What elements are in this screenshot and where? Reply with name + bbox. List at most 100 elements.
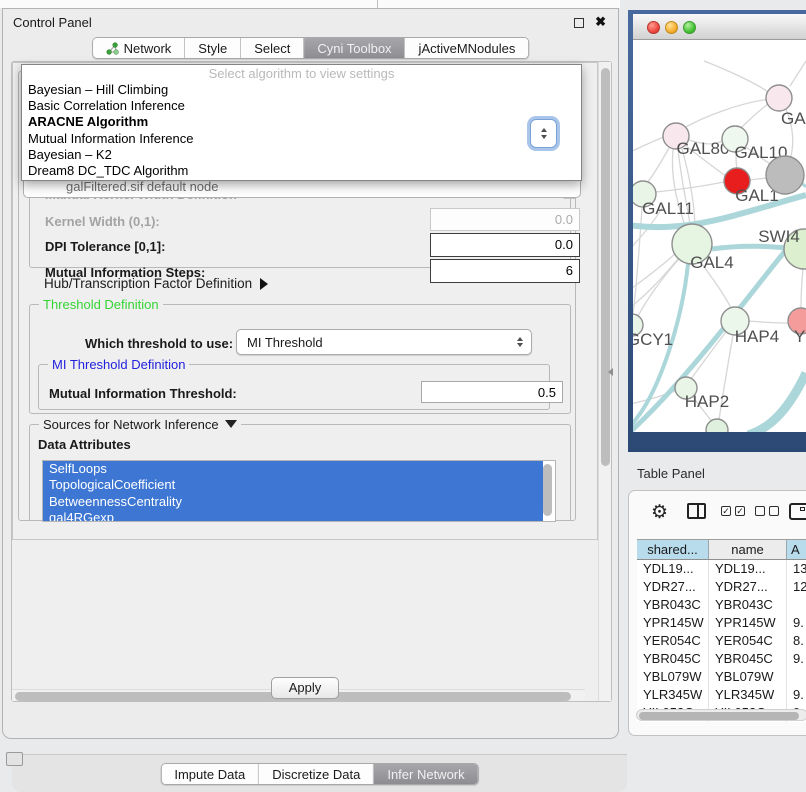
which-threshold-label: Which threshold to use: bbox=[85, 336, 233, 351]
attribute-list-item[interactable]: SelfLoops bbox=[43, 461, 543, 477]
group-title: Threshold Definition bbox=[39, 297, 163, 312]
minimize-traffic-light-icon[interactable] bbox=[665, 21, 678, 34]
panel-splitter-handle[interactable] bbox=[608, 368, 613, 376]
table-row[interactable]: YER054CYER054C8. bbox=[637, 632, 806, 650]
network-edge[interactable] bbox=[691, 332, 726, 379]
network-canvas[interactable]: GALGAL80GAL10GAL1GAL11SWI4GAL4GCY1HAP4YH… bbox=[633, 41, 806, 432]
table-settings-gear-icon[interactable]: ⚙ bbox=[651, 503, 668, 522]
network-edge[interactable] bbox=[633, 137, 664, 153]
hub-definition-toggle[interactable]: Hub/Transcription Factor Definition bbox=[44, 276, 268, 291]
table-cell: YPR145W bbox=[709, 614, 787, 632]
table-cell bbox=[787, 596, 806, 614]
tab-select[interactable]: Select bbox=[241, 38, 304, 58]
tab-cyni-toolbox[interactable]: Cyni Toolbox bbox=[304, 38, 405, 58]
column-header-name[interactable]: name bbox=[709, 540, 787, 559]
node-attribute-table[interactable]: shared...nameA YDL19...YDL19...13YDR27..… bbox=[637, 539, 806, 722]
network-edge[interactable] bbox=[647, 148, 669, 183]
network-edge[interactable] bbox=[684, 98, 779, 128]
algorithm-option[interactable]: Dream8 DC_TDC Algorithm bbox=[22, 163, 581, 179]
network-edge[interactable] bbox=[790, 61, 806, 86]
table-horizontal-scrollbar[interactable] bbox=[636, 709, 806, 721]
network-edge[interactable] bbox=[749, 321, 788, 323]
algorithm-option[interactable]: Bayesian – Hill Climbing bbox=[22, 82, 581, 98]
column-header-a[interactable]: A bbox=[787, 540, 806, 559]
table-row[interactable]: YDR27...YDR27...12 bbox=[637, 578, 806, 596]
sources-toggle[interactable]: Sources for Network Inference bbox=[39, 417, 241, 432]
tab-jactivemnodules[interactable]: jActiveMNodules bbox=[406, 38, 529, 58]
network-node[interactable] bbox=[766, 156, 804, 194]
dpi-tolerance-input[interactable]: 0.0 bbox=[430, 233, 580, 257]
table-row[interactable]: YBR045CYBR045C9. bbox=[637, 650, 806, 668]
network-edge[interactable] bbox=[741, 104, 768, 128]
tab-discretize-data[interactable]: Discretize Data bbox=[259, 764, 374, 784]
which-threshold-select[interactable]: MI Threshold bbox=[236, 329, 532, 355]
tab-label: Infer Network bbox=[387, 767, 464, 782]
network-edge[interactable] bbox=[633, 258, 679, 309]
bottom-tab-strip: Impute DataDiscretize Data Infer Network bbox=[12, 754, 627, 792]
table-panel-title: Table Panel bbox=[637, 466, 705, 481]
network-edge[interactable] bbox=[801, 268, 803, 308]
split-columns-icon[interactable] bbox=[687, 503, 706, 519]
network-node[interactable] bbox=[706, 419, 728, 432]
attribute-list-item[interactable]: gal4RGexp bbox=[43, 510, 543, 522]
close-icon[interactable]: ✖ bbox=[595, 14, 606, 30]
table-cell: YBR045C bbox=[709, 650, 787, 668]
close-traffic-light-icon[interactable] bbox=[647, 21, 660, 34]
table-row[interactable]: YLR345WYLR345W9. bbox=[637, 686, 806, 704]
table-row[interactable]: YPR145WYPR145W9. bbox=[637, 614, 806, 632]
toolbar-divider bbox=[377, 0, 378, 8]
mi-threshold-label: Mutual Information Threshold: bbox=[49, 386, 237, 401]
table-row[interactable]: YBR043CYBR043C bbox=[637, 596, 806, 614]
apply-button[interactable]: Apply bbox=[271, 677, 339, 699]
attribute-list-item[interactable]: BetweennessCentrality bbox=[43, 494, 543, 510]
minimized-panel-icon[interactable] bbox=[6, 752, 23, 766]
zoom-traffic-light-icon[interactable] bbox=[683, 21, 696, 34]
tab-infer-network[interactable]: Infer Network bbox=[374, 764, 477, 784]
attribute-list-item[interactable]: TopologicalCoefficient bbox=[43, 477, 543, 493]
scrollbar-thumb[interactable] bbox=[601, 68, 610, 466]
table-row[interactable]: YBL079WYBL079W bbox=[637, 668, 806, 686]
table-cell: 13 bbox=[787, 560, 806, 578]
algorithm-option[interactable]: ARACNE Algorithm bbox=[22, 114, 581, 130]
node-label: GAL4 bbox=[690, 253, 733, 272]
select-columns-icon[interactable]: ✓✓ bbox=[721, 506, 745, 516]
table-cell: 8. bbox=[787, 632, 806, 650]
unchecked-box-icon bbox=[755, 506, 765, 516]
algorithm-option[interactable]: Mutual Information Inference bbox=[22, 131, 581, 147]
table-cell: YER054C bbox=[637, 632, 709, 650]
table-row[interactable]: YDL19...YDL19...13 bbox=[637, 560, 806, 578]
unchecked-box-icon bbox=[769, 506, 779, 516]
tab-network[interactable]: Network bbox=[93, 38, 186, 58]
network-window-titlebar[interactable] bbox=[633, 14, 806, 40]
node-label: HAP4 bbox=[735, 327, 779, 346]
network-edge[interactable] bbox=[750, 178, 766, 180]
table-cell: YPR145W bbox=[637, 614, 709, 632]
tab-style[interactable]: Style bbox=[185, 38, 241, 58]
scrollbar-thumb[interactable] bbox=[639, 712, 799, 720]
tab-impute-data[interactable]: Impute Data bbox=[161, 764, 259, 784]
collapse-down-icon bbox=[225, 420, 237, 428]
network-edge[interactable] bbox=[704, 61, 768, 92]
network-node-gal[interactable] bbox=[766, 85, 792, 111]
table-cell: 9. bbox=[787, 650, 806, 668]
table-header-row: shared...nameA bbox=[637, 539, 806, 560]
deselect-columns-icon[interactable] bbox=[755, 506, 779, 516]
float-window-icon[interactable] bbox=[574, 18, 584, 28]
network-edge[interactable] bbox=[748, 373, 806, 432]
focused-spinner-button[interactable] bbox=[530, 119, 557, 148]
mi-steps-input[interactable]: 6 bbox=[430, 259, 580, 283]
network-edge[interactable] bbox=[712, 246, 785, 249]
panel-mode-icon[interactable] bbox=[789, 503, 806, 520]
mi-threshold-input[interactable]: 0.5 bbox=[421, 381, 563, 403]
algorithm-option[interactable]: Basic Correlation Inference bbox=[22, 98, 581, 114]
column-header-shared[interactable]: shared... bbox=[637, 540, 709, 559]
list-scrollbar[interactable] bbox=[543, 464, 552, 516]
kernel-width-input[interactable]: 0.0 bbox=[430, 208, 580, 231]
network-icon bbox=[106, 42, 119, 55]
table-cell: YER054C bbox=[709, 632, 787, 650]
checked-box-icon: ✓ bbox=[721, 506, 731, 516]
settings-vertical-scrollbar[interactable] bbox=[598, 62, 611, 701]
algorithm-option[interactable]: Bayesian – K2 bbox=[22, 147, 581, 163]
network-view-window: GALGAL80GAL10GAL1GAL11SWI4GAL4GCY1HAP4YH… bbox=[628, 10, 806, 452]
data-attributes-list[interactable]: SelfLoopsTopologicalCoefficientBetweenne… bbox=[42, 460, 556, 522]
